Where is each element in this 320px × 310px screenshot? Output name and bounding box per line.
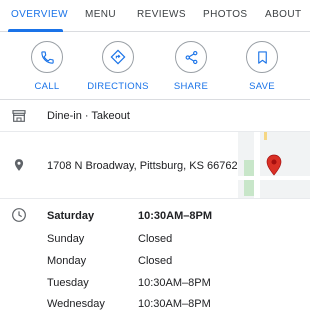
phone-icon <box>31 41 63 73</box>
hours-time: 10:30AM–8PM <box>138 298 211 310</box>
share-icon <box>175 41 207 73</box>
location-pin-icon <box>10 156 28 174</box>
action-bar: CALL DIRECTIONS SHARE SAVE <box>0 32 310 100</box>
address-text[interactable]: 1708 N Broadway, Pittsburg, KS 66762 <box>47 160 238 172</box>
tab-about[interactable]: ABOUT <box>265 9 301 20</box>
hours-day: Sunday <box>47 233 85 245</box>
call-label: CALL <box>34 81 60 92</box>
tab-menu[interactable]: MENU <box>85 9 116 20</box>
call-button[interactable]: CALL <box>7 41 87 95</box>
save-button[interactable]: SAVE <box>222 41 302 95</box>
service-options-text: Dine-in · Takeout <box>47 110 130 122</box>
hours-day: Tuesday <box>47 277 89 289</box>
map-road <box>254 132 260 198</box>
tab-reviews[interactable]: REVIEWS <box>137 9 186 20</box>
map-thumbnail[interactable] <box>238 132 310 198</box>
hours-day-current: Saturday <box>47 210 95 222</box>
tab-overview[interactable]: OVERVIEW <box>11 9 68 20</box>
bookmark-icon <box>246 41 278 73</box>
directions-icon <box>102 41 134 73</box>
clock-icon <box>10 206 28 224</box>
hours-time: 10:30AM–8PM <box>138 277 211 289</box>
share-button[interactable]: SHARE <box>151 41 231 95</box>
tab-bar: OVERVIEW MENU REVIEWS PHOTOS ABOUT <box>0 0 310 32</box>
map-pin-icon <box>266 154 282 181</box>
hours-time-current: 10:30AM–8PM <box>138 210 212 222</box>
save-label: SAVE <box>249 81 275 92</box>
hours-day: Wednesday <box>47 298 105 310</box>
map-road-highlight <box>264 132 267 140</box>
directions-button[interactable]: DIRECTIONS <box>78 41 158 95</box>
hours-time: Closed <box>138 255 173 267</box>
hours-time: Closed <box>138 233 173 245</box>
tab-photos[interactable]: PHOTOS <box>203 9 247 20</box>
hours-day: Monday <box>47 255 87 267</box>
share-label: SHARE <box>173 81 209 92</box>
divider <box>0 198 310 199</box>
storefront-icon <box>10 107 28 125</box>
directions-label: DIRECTIONS <box>87 81 149 92</box>
